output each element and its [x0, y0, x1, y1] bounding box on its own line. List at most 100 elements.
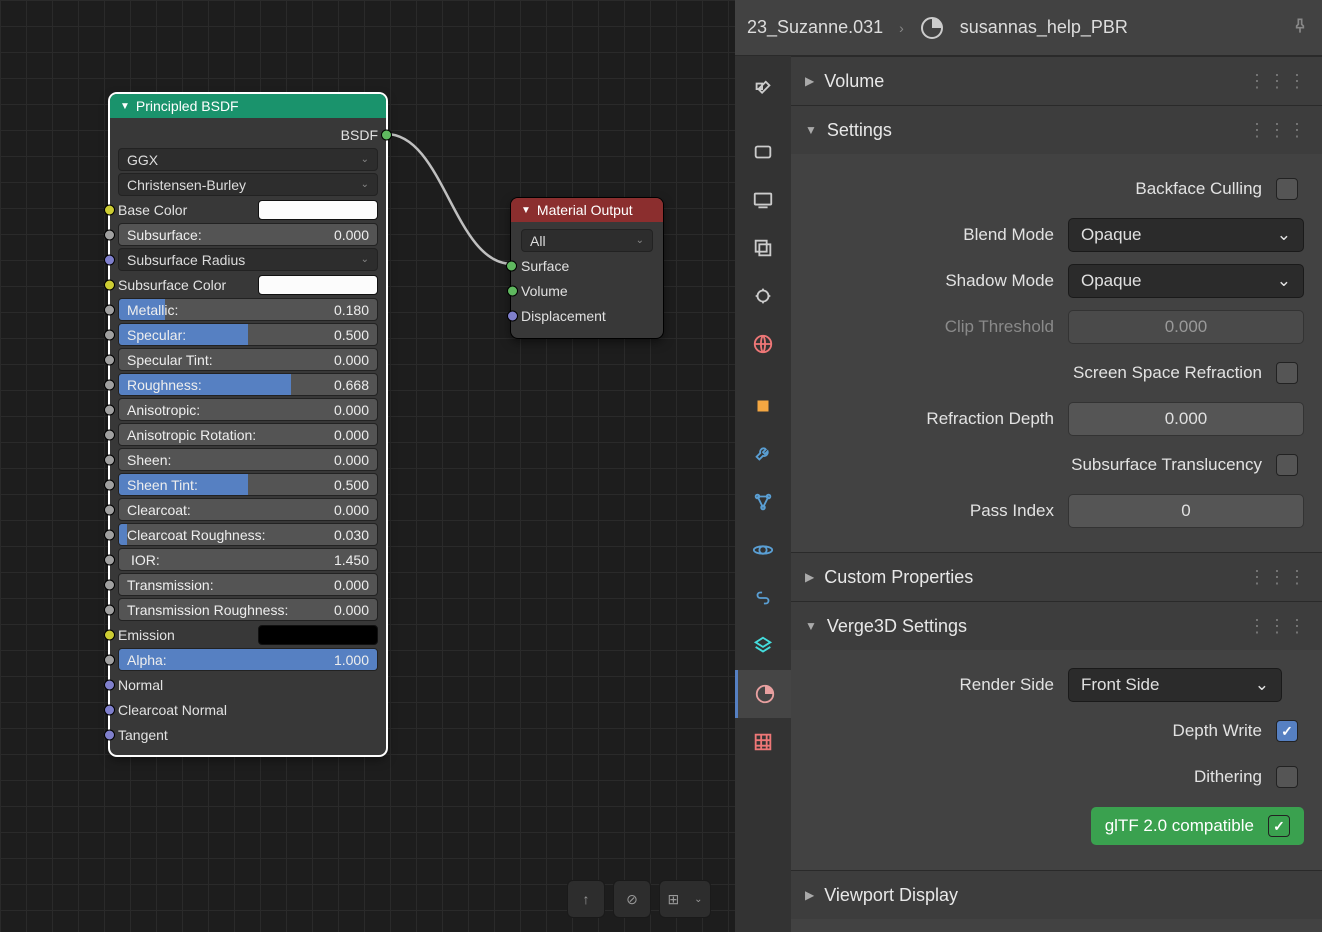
node-principled-bsdf[interactable]: ▼ Principled BSDF BSDF GGX⌄ Christensen-…: [110, 94, 386, 755]
specular-slider[interactable]: Specular:0.500: [118, 323, 378, 346]
drag-icon[interactable]: ⋮⋮⋮: [1248, 616, 1308, 637]
socket-roughness[interactable]: [104, 379, 115, 390]
tab-scene[interactable]: [735, 272, 791, 320]
socket-surface[interactable]: [506, 260, 517, 271]
socket-cc-normal[interactable]: [104, 704, 115, 715]
sss-color-swatch[interactable]: [258, 275, 378, 295]
socket-cc-rough[interactable]: [104, 529, 115, 540]
socket-ior[interactable]: [104, 554, 115, 565]
socket-aniso-rot[interactable]: [104, 429, 115, 440]
clearcoat-slider[interactable]: Clearcoat:0.000: [118, 498, 378, 521]
transmission-slider[interactable]: Transmission:0.000: [118, 573, 378, 596]
roughness-slider[interactable]: Roughness:0.668: [118, 373, 378, 396]
node-header[interactable]: ▼ Material Output: [511, 198, 663, 222]
pass-index-field[interactable]: 0: [1068, 494, 1304, 528]
dithering-checkbox[interactable]: [1276, 766, 1298, 788]
collapse-icon[interactable]: ▼: [521, 205, 531, 216]
tab-world[interactable]: [735, 320, 791, 368]
drag-icon[interactable]: ⋮⋮⋮: [1248, 120, 1308, 141]
distribution-select[interactable]: GGX⌄: [118, 148, 378, 171]
breadcrumb-material[interactable]: susannas_help_PBR: [960, 17, 1128, 38]
socket-subsurface[interactable]: [104, 229, 115, 240]
sss-radius[interactable]: Subsurface Radius⌄: [118, 248, 378, 271]
socket-tangent[interactable]: [104, 729, 115, 740]
tab-particle[interactable]: [735, 478, 791, 526]
clip-threshold-field: 0.000: [1068, 310, 1304, 344]
socket-spec-tint[interactable]: [104, 354, 115, 365]
breadcrumb-object[interactable]: 23_Suzanne.031: [747, 17, 883, 38]
section-settings[interactable]: ▼Settings⋮⋮⋮: [791, 106, 1322, 154]
socket-emission[interactable]: [104, 629, 115, 640]
expand-icon: ▶: [805, 570, 814, 584]
parent-button[interactable]: ↑: [567, 880, 605, 918]
metallic-slider[interactable]: Metallic:0.180: [118, 298, 378, 321]
ior-field[interactable]: IOR:1.450: [118, 548, 378, 571]
section-viewport-display[interactable]: ▶Viewport Display: [791, 871, 1322, 919]
material-icon: [920, 16, 944, 40]
transmission-rough-slider[interactable]: Transmission Roughness:0.000: [118, 598, 378, 621]
socket-sss-radius[interactable]: [104, 254, 115, 265]
section-custom-properties[interactable]: ▶Custom Properties⋮⋮⋮: [791, 553, 1322, 601]
gltf-checkbox[interactable]: ✓: [1268, 815, 1290, 837]
gltf-compatible-toggle[interactable]: glTF 2.0 compatible ✓: [1091, 807, 1304, 845]
tab-texture[interactable]: [735, 718, 791, 766]
tab-render[interactable]: [735, 128, 791, 176]
backface-culling-checkbox[interactable]: [1276, 178, 1298, 200]
socket-volume[interactable]: [507, 285, 518, 296]
node-header[interactable]: ▼ Principled BSDF: [110, 94, 386, 118]
snap-options-button[interactable]: ⊞⌄: [659, 880, 711, 918]
tab-tool[interactable]: [735, 66, 791, 114]
depth-write-checkbox[interactable]: ✓: [1276, 720, 1298, 742]
section-verge3d[interactable]: ▼Verge3D Settings⋮⋮⋮: [791, 602, 1322, 650]
tab-object[interactable]: [735, 382, 791, 430]
alpha-slider[interactable]: Alpha:1.000: [118, 648, 378, 671]
base-color-swatch[interactable]: [258, 200, 378, 220]
refraction-depth-field[interactable]: 0.000: [1068, 402, 1304, 436]
socket-normal[interactable]: [104, 679, 115, 690]
blend-mode-select[interactable]: Opaque⌄: [1068, 218, 1304, 252]
sheen-tint-slider[interactable]: Sheen Tint:0.500: [118, 473, 378, 496]
target-select[interactable]: All⌄: [521, 229, 653, 252]
tab-physics[interactable]: [735, 526, 791, 574]
section-volume[interactable]: ▶Volume⋮⋮⋮: [791, 57, 1322, 105]
shadow-mode-select[interactable]: Opaque⌄: [1068, 264, 1304, 298]
tab-data[interactable]: [735, 622, 791, 670]
socket-sheen-tint[interactable]: [104, 479, 115, 490]
render-side-select[interactable]: Front Side⌄: [1068, 668, 1282, 702]
node-editor[interactable]: ▼ Principled BSDF BSDF GGX⌄ Christensen-…: [0, 0, 735, 932]
emission-swatch[interactable]: [258, 625, 378, 645]
socket-sheen[interactable]: [104, 454, 115, 465]
tab-output[interactable]: [735, 176, 791, 224]
socket-base-color[interactable]: [104, 204, 115, 215]
socket-displacement[interactable]: [507, 310, 518, 321]
drag-icon[interactable]: ⋮⋮⋮: [1248, 567, 1308, 588]
tab-viewlayer[interactable]: [735, 224, 791, 272]
tab-modifier[interactable]: [735, 430, 791, 478]
socket-metallic[interactable]: [104, 304, 115, 315]
subsurface-slider[interactable]: Subsurface:0.000: [118, 223, 378, 246]
socket-alpha[interactable]: [104, 654, 115, 665]
specular-tint-slider[interactable]: Specular Tint:0.000: [118, 348, 378, 371]
ssr-checkbox[interactable]: [1276, 362, 1298, 384]
drag-icon[interactable]: ⋮⋮⋮: [1248, 71, 1308, 92]
node-material-output[interactable]: ▼ Material Output All⌄ Surface Volume Di…: [511, 198, 663, 338]
socket-aniso[interactable]: [104, 404, 115, 415]
socket-bsdf-out[interactable]: [381, 129, 392, 140]
anisotropic-rot-slider[interactable]: Anisotropic Rotation:0.000: [118, 423, 378, 446]
socket-transmission[interactable]: [104, 579, 115, 590]
collapse-icon[interactable]: ▼: [120, 101, 130, 112]
tab-constraint[interactable]: [735, 574, 791, 622]
socket-sss-color[interactable]: [104, 279, 115, 290]
sss-translucency-checkbox[interactable]: [1276, 454, 1298, 476]
sss-method-select[interactable]: Christensen-Burley⌄: [118, 173, 378, 196]
socket-clearcoat[interactable]: [104, 504, 115, 515]
properties-content[interactable]: ▶Volume⋮⋮⋮ ▼Settings⋮⋮⋮ Backface Culling…: [791, 56, 1322, 932]
socket-trans-rough[interactable]: [104, 604, 115, 615]
sheen-slider[interactable]: Sheen:0.000: [118, 448, 378, 471]
anisotropic-slider[interactable]: Anisotropic:0.000: [118, 398, 378, 421]
socket-specular[interactable]: [104, 329, 115, 340]
tab-material[interactable]: [735, 670, 791, 718]
clearcoat-rough-slider[interactable]: Clearcoat Roughness:0.030: [118, 523, 378, 546]
pin-icon[interactable]: [1290, 16, 1310, 39]
snap-button[interactable]: ⊘: [613, 880, 651, 918]
